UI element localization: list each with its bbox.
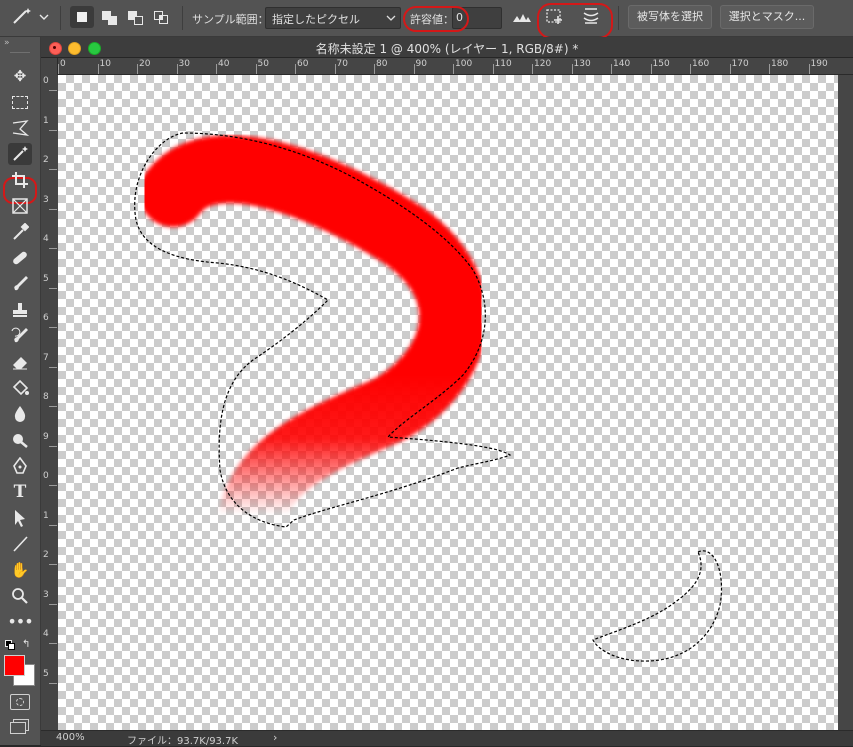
ruler-tick-label: 2 — [43, 550, 49, 560]
ruler-tick-label: 5 — [43, 273, 49, 284]
new-selection-button[interactable] — [70, 6, 94, 28]
vertical-ruler[interactable]: 0 1 2 3 4 5 6 7 8 9 0 1 2 3 4 5 — [41, 58, 58, 730]
select-subject-button[interactable]: 被写体を選択 — [628, 5, 712, 29]
ruler-tick-label: 50 — [257, 59, 269, 69]
add-selection-button[interactable] — [98, 6, 122, 28]
ruler-tick-label: 4 — [43, 234, 49, 244]
subtract-selection-button[interactable] — [124, 6, 148, 28]
lasso-icon[interactable] — [8, 117, 32, 139]
move-icon[interactable]: ✥ — [8, 65, 32, 87]
bucket-icon[interactable] — [8, 377, 32, 399]
ruler-tick-label: 1 — [43, 115, 49, 126]
foreground-color-swatch[interactable] — [4, 655, 25, 676]
type-icon[interactable]: T — [8, 481, 32, 503]
screen-mode-icon[interactable] — [10, 719, 29, 734]
ruler-tick-label: 4 — [43, 629, 49, 639]
document-title-bar: 名称未設定 1 @ 400% (レイヤー 1, RGB/8#) * — [41, 37, 853, 58]
sample-size-label: サンプル範囲： — [192, 13, 269, 26]
path-select-icon[interactable] — [8, 507, 32, 529]
history-brush-icon[interactable] — [8, 325, 32, 347]
ruler-tick-label: 20 — [139, 59, 151, 69]
more-icon[interactable]: ••• — [7, 611, 33, 633]
ruler-tick-label: 7 — [43, 352, 49, 363]
ruler-tick-label: 160 — [692, 59, 710, 69]
collapse-toolbar-icon[interactable]: » — [4, 38, 10, 48]
magic-wand-icon[interactable] — [8, 143, 32, 165]
tools-panel: » ✥ T ✋ ••• ↰ — [0, 37, 41, 745]
red-brush-stroke — [139, 135, 488, 549]
zoom-icon[interactable] — [8, 585, 32, 607]
ruler-tick-label: 0 — [43, 76, 49, 86]
ruler-tick-label: 90 — [415, 59, 427, 69]
ruler-tick-label: 60 — [297, 59, 309, 69]
ruler-tick-label: 6 — [43, 313, 49, 323]
ruler-tick-label: 1 — [43, 510, 49, 521]
ruler-tick-label: 170 — [731, 59, 749, 69]
line-icon[interactable] — [8, 533, 32, 555]
sample-size-select[interactable]: 指定したピクセル — [265, 7, 401, 29]
ruler-tick-label: 150 — [652, 59, 670, 69]
ruler-tick-label: 110 — [494, 59, 512, 69]
swap-colors-icon[interactable]: ↰ — [22, 639, 30, 650]
canvas[interactable] — [58, 75, 838, 730]
options-bar: サンプル範囲： 指定したピクセル 許容値： 0 被写体を選択 選択とマスク... — [0, 0, 853, 39]
ruler-tick-label: 2 — [43, 155, 49, 165]
eyedropper-icon[interactable] — [8, 221, 32, 243]
ruler-tick-label: 0 — [60, 59, 66, 69]
ruler-tick-label: 100 — [455, 59, 473, 69]
ruler-tick-label: 5 — [43, 668, 49, 679]
intersect-selection-button[interactable] — [150, 6, 174, 28]
blur-icon[interactable] — [8, 403, 32, 425]
icons-highlight-ring — [537, 3, 613, 39]
ruler-tick-label: 130 — [573, 59, 591, 69]
default-colors-icon[interactable] — [5, 640, 15, 650]
ruler-tick-label: 190 — [810, 59, 828, 69]
select-and-mask-button[interactable]: 選択とマスク... — [720, 5, 814, 29]
sample-all-layers-icon[interactable] — [510, 6, 534, 28]
eraser-icon[interactable] — [8, 351, 32, 373]
status-bar: 400% ファイル：93.7K/93.7K › — [41, 730, 853, 747]
stamp-icon[interactable] — [8, 299, 32, 321]
pen-icon[interactable] — [8, 455, 32, 477]
ruler-tick-label: 30 — [178, 59, 190, 69]
ruler-tick-label: 3 — [43, 589, 49, 600]
ruler-tick-label: 140 — [613, 59, 631, 69]
status-menu-chevron-icon[interactable]: › — [273, 731, 277, 744]
quick-mask-icon[interactable] — [10, 694, 30, 710]
ruler-tick-label: 9 — [43, 431, 49, 442]
ruler-tick-label: 0 — [43, 471, 49, 481]
brush-icon[interactable] — [8, 273, 32, 295]
dodge-icon[interactable] — [8, 429, 32, 451]
ruler-tick-label: 3 — [43, 194, 49, 205]
horizontal-ruler[interactable]: 0 10 20 30 40 50 60 70 80 90 100 110 120 130 140 150 160… — [57, 58, 853, 75]
document-title: 名称未設定 1 @ 400% (レイヤー 1, RGB/8#) * — [315, 42, 579, 56]
artwork — [134, 132, 722, 662]
marquee-icon[interactable] — [8, 91, 32, 113]
ruler-tick-label: 10 — [99, 59, 111, 69]
zoom-level[interactable]: 400% — [56, 732, 85, 743]
ruler-tick-label: 40 — [218, 59, 230, 69]
ruler-tick-label: 180 — [771, 59, 789, 69]
chevron-down-icon — [386, 15, 396, 21]
hand-icon[interactable]: ✋ — [8, 559, 32, 581]
healing-icon[interactable] — [8, 247, 32, 269]
ruler-tick-label: 8 — [43, 392, 49, 402]
tolerance-highlight-ring — [403, 6, 469, 32]
ruler-tick-label: 70 — [336, 59, 348, 69]
ruler-tick-label: 120 — [534, 59, 552, 69]
ruler-tick-label: 80 — [376, 59, 388, 69]
tool-preset-picker[interactable] — [8, 6, 52, 28]
frame-icon[interactable] — [8, 195, 32, 217]
crop-icon[interactable] — [8, 169, 32, 191]
sample-size-value: 指定したピクセル — [272, 13, 360, 26]
